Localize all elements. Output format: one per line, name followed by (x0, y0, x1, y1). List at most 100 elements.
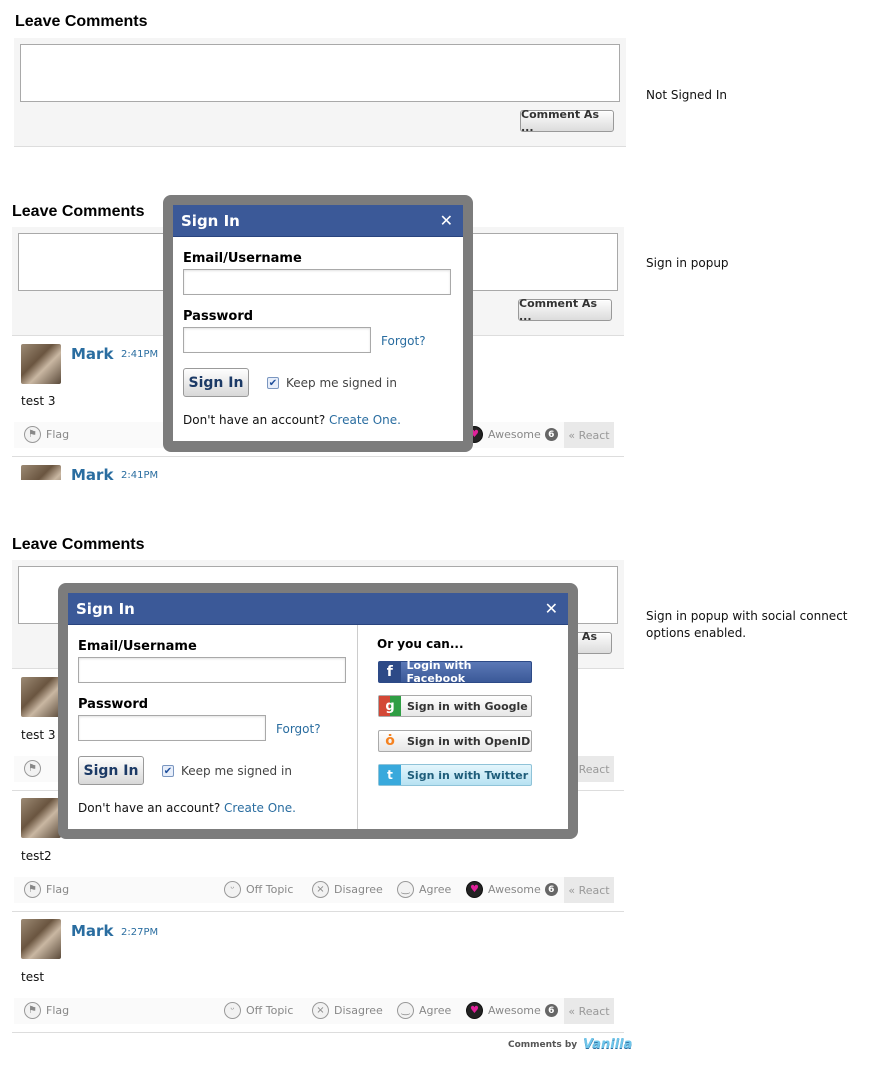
close-icon[interactable]: ✕ (545, 599, 558, 618)
note-popup: Sign in popup (646, 256, 729, 270)
keep-signed-in-checkbox[interactable]: ✔ (267, 377, 279, 389)
comment-text: test (21, 970, 45, 984)
note-not-signed-in: Not Signed In (646, 88, 727, 102)
email-field[interactable] (183, 269, 451, 295)
twitter-login-button[interactable]: t Sign in with Twitter (378, 764, 532, 786)
email-field[interactable] (78, 657, 346, 683)
popup-column-divider (357, 625, 358, 829)
agree-icon: ‿ (397, 881, 414, 898)
awesome-reaction[interactable]: ♥ Awesome 6 (466, 1002, 558, 1019)
password-label: Password (183, 309, 254, 324)
popup-title: Sign In (76, 599, 135, 618)
section-3-title: Leave Comments (12, 536, 145, 553)
comment-text: test2 (21, 849, 52, 863)
off-topic-reaction[interactable]: ᵕ Off Topic (224, 881, 293, 898)
popup-header: Sign In ✕ (173, 205, 463, 237)
popup-title: Sign In (181, 211, 240, 230)
reaction-bar: ⚑ Flag ᵕ Off Topic × Disagree ‿ Agree ♥ Aweso… (14, 877, 614, 903)
forgot-link[interactable]: Forgot? (381, 334, 426, 348)
comment-author[interactable]: Mark (71, 466, 113, 480)
react-button[interactable]: « React (564, 422, 614, 448)
off-topic-reaction[interactable]: ᵕ Off Topic (224, 1002, 293, 1019)
heart-icon: ♥ (466, 1002, 483, 1019)
disagree-reaction[interactable]: × Disagree (312, 881, 383, 898)
comment-author[interactable]: Mark (71, 922, 113, 940)
note-social: Sign in popup with social connect option… (646, 609, 848, 640)
off-topic-icon: ᵕ (224, 1002, 241, 1019)
comment-as-button[interactable]: Comment As ... (520, 108, 614, 134)
comment-as-button[interactable]: Comment As ... (518, 297, 612, 323)
agree-icon: ‿ (397, 1002, 414, 1019)
signin-button[interactable]: Sign In (183, 368, 249, 397)
keep-signed-in-checkbox[interactable]: ✔ (162, 765, 174, 777)
google-login-button[interactable]: g Sign in with Google (378, 695, 532, 717)
close-icon[interactable]: ✕ (440, 211, 453, 230)
section-2-title: Leave Comments (12, 203, 145, 220)
agree-reaction[interactable]: ‿ Agree (397, 1002, 451, 1019)
vanilla-logo[interactable]: Vanilla (583, 1037, 632, 1052)
off-topic-icon: ᵕ (224, 881, 241, 898)
disagree-icon: × (312, 1002, 329, 1019)
avatar (21, 798, 61, 838)
comment-time: 2:41PM (121, 470, 159, 480)
password-field[interactable] (183, 327, 371, 353)
divider (12, 456, 624, 457)
signin-social-popup: Sign In ✕ Email/Username Password Forgot… (58, 583, 578, 839)
avatar (21, 677, 61, 717)
react-button[interactable]: « React (564, 998, 614, 1024)
awesome-reaction[interactable]: ♥ Awesome 6 (466, 881, 558, 898)
facebook-icon: f (379, 662, 401, 682)
flag-link[interactable]: ⚑ Flag (24, 1002, 69, 1019)
disagree-reaction[interactable]: × Disagree (312, 1002, 383, 1019)
password-field[interactable] (78, 715, 266, 741)
comment-text: test 3 (21, 394, 56, 408)
flag-icon: ⚑ (24, 881, 41, 898)
flag-link[interactable]: ⚑ Flag (24, 881, 69, 898)
flag-icon: ⚑ (24, 760, 41, 777)
footer-credit: Comments by Vanilla (508, 1037, 632, 1052)
divider (12, 911, 624, 912)
agree-reaction[interactable]: ‿ Agree (397, 881, 451, 898)
flag-icon: ⚑ (24, 1002, 41, 1019)
create-account-link[interactable]: Create One. (224, 801, 296, 815)
email-label: Email/Username (183, 251, 302, 266)
section-2: Leave Comments Comment As ... Mark 2:41P… (0, 195, 877, 480)
popup-header: Sign In ✕ (68, 593, 568, 625)
signin-button[interactable]: Sign In (78, 756, 144, 785)
forgot-link[interactable]: Forgot? (276, 722, 321, 736)
avatar (21, 465, 61, 480)
awesome-count: 6 (544, 883, 558, 896)
create-account-link[interactable]: Create One. (329, 413, 401, 427)
facebook-login-button[interactable]: f Login with Facebook (378, 659, 532, 685)
react-button[interactable]: « React (564, 877, 614, 903)
password-label: Password (78, 697, 149, 712)
awesome-count: 6 (544, 1004, 558, 1017)
comments-by-text: Comments by (508, 1039, 578, 1050)
flag-icon: ⚑ (24, 426, 41, 443)
openid-icon: ȯ (385, 733, 395, 749)
flag-link[interactable]: ⚑ (24, 760, 46, 777)
keep-signed-in-label: Keep me signed in (286, 376, 397, 390)
divider (12, 1032, 624, 1033)
awesome-count: 6 (544, 428, 558, 441)
keep-signed-in-label: Keep me signed in (181, 764, 292, 778)
comment-textarea[interactable] (20, 44, 620, 102)
comment-author[interactable]: Mark (71, 345, 113, 363)
signin-popup-body: Sign In ✕ Email/Username Password Forgot… (173, 205, 463, 441)
comment-text: test 3 (21, 728, 56, 742)
twitter-icon: t (379, 765, 401, 785)
signin-popup: Sign In ✕ Email/Username Password Forgot… (163, 195, 473, 452)
no-account-text: Don't have an account? Create One. (78, 801, 296, 815)
awesome-reaction[interactable]: ♥ Awesome 6 (466, 426, 558, 443)
comment-time: 2:27PM (121, 927, 159, 938)
heart-icon: ♥ (466, 881, 483, 898)
google-icon: g (379, 696, 401, 716)
email-label: Email/Username (78, 639, 197, 654)
openid-login-button[interactable]: ȯ Sign in with OpenID (378, 730, 532, 752)
section-1-title: Leave Comments (15, 13, 148, 30)
signin-popup-body: Sign In ✕ Email/Username Password Forgot… (68, 593, 568, 829)
reaction-bar: ⚑ Flag ᵕ Off Topic × Disagree ‿ Agree ♥ Aweso… (14, 998, 614, 1024)
comment-time: 2:41PM (121, 349, 159, 360)
flag-link[interactable]: ⚑ Flag (24, 426, 69, 443)
no-account-text: Don't have an account? Create One. (183, 413, 401, 427)
